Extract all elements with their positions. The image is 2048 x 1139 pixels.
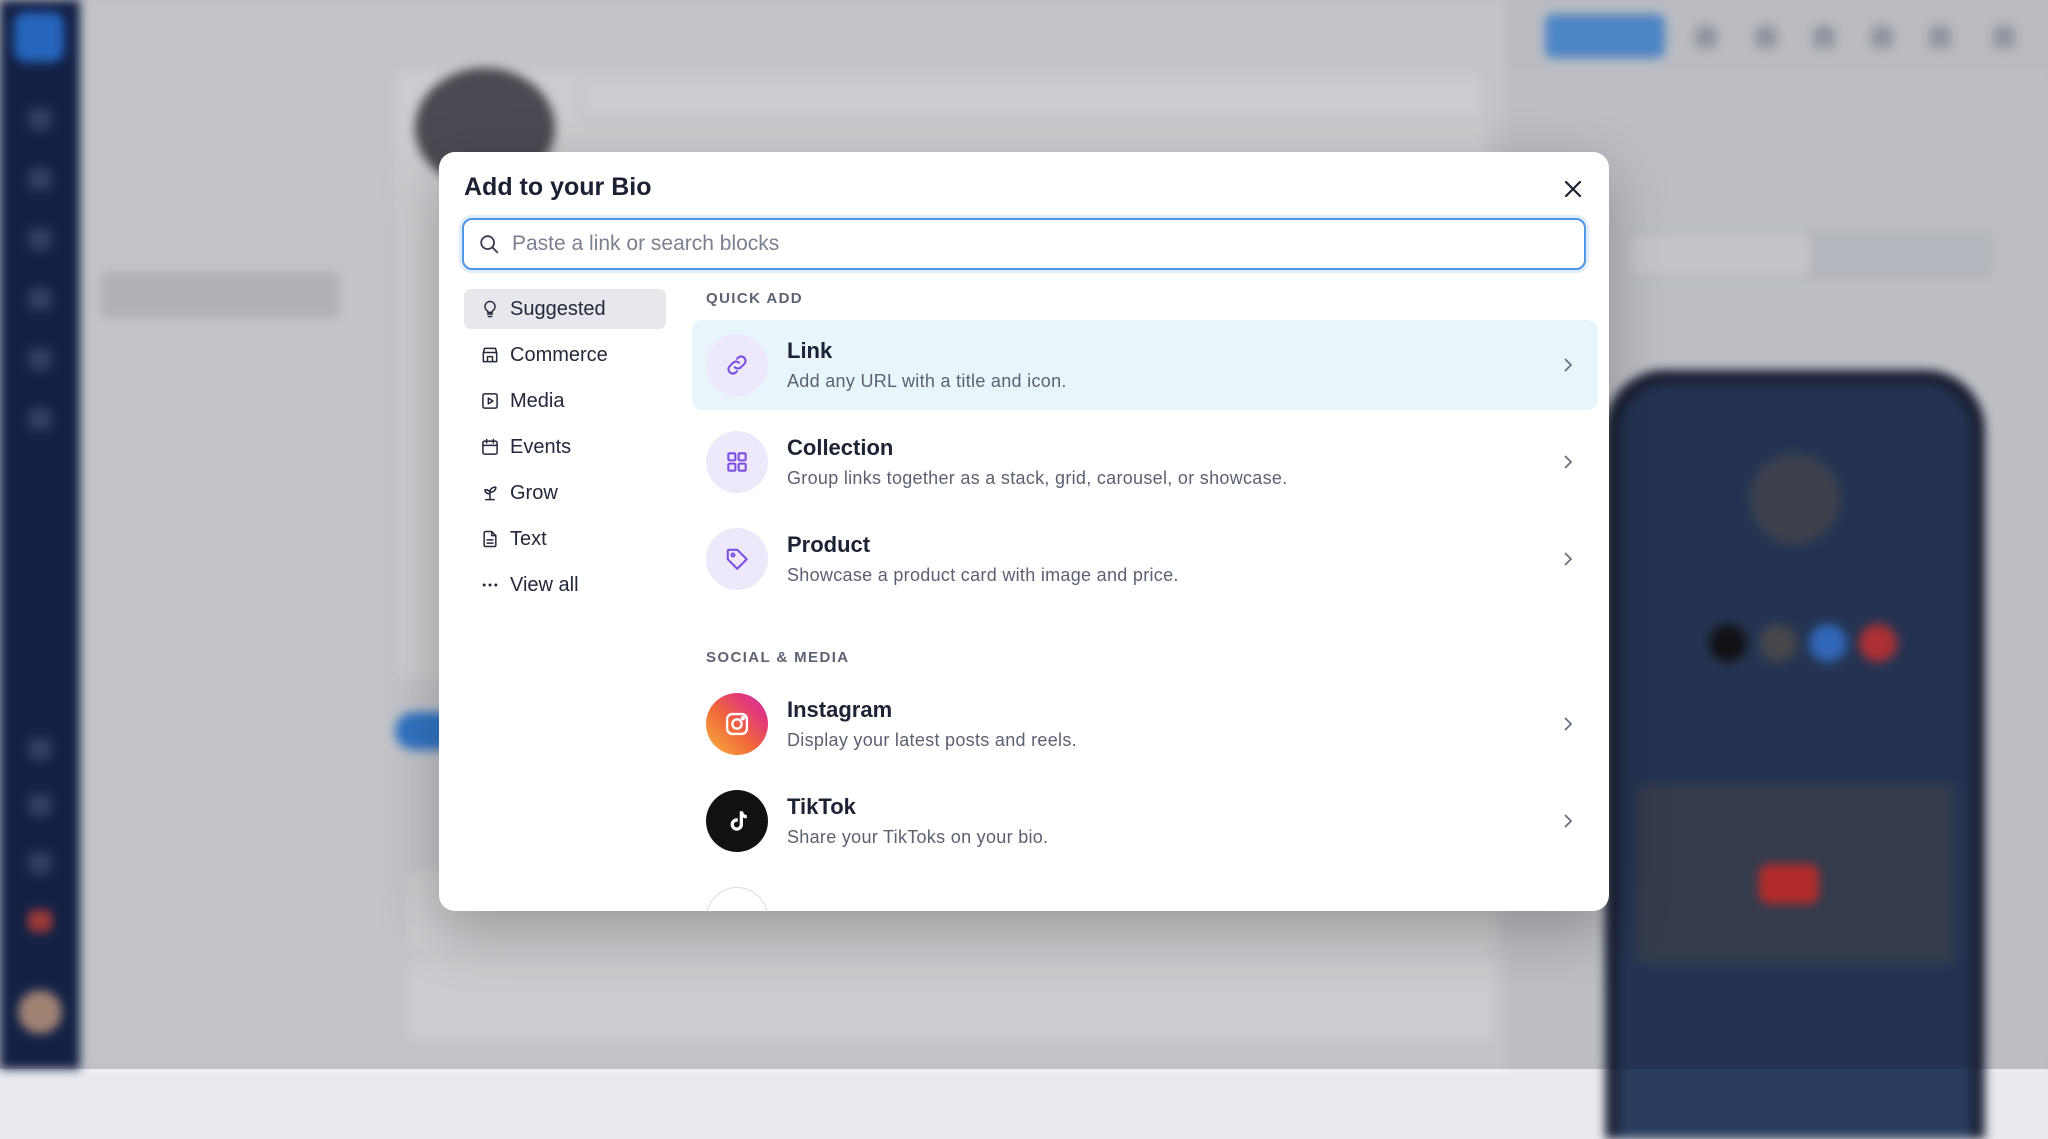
chevron-right-icon [1564,814,1573,828]
category-label: Commerce [510,343,608,366]
chevron-right-icon [1564,717,1573,731]
block-description: Share your TikToks on your bio. [787,827,1049,847]
block-icon [706,887,768,911]
close-button[interactable] [1556,172,1590,206]
file-text-icon [483,530,497,548]
category-label: View all [510,573,579,596]
block-description: Group links together as a stack, grid, c… [787,468,1288,488]
block-name: Instagram [787,697,893,722]
category-list: Suggested Commerce Media Events Grow Tex… [464,289,666,611]
play-square-icon [482,393,498,409]
block-name: Link [787,338,833,363]
category-commerce[interactable]: Commerce [464,335,666,375]
category-media[interactable]: Media [464,381,666,421]
search-input[interactable] [510,231,1564,257]
category-suggested[interactable]: Suggested [464,289,666,329]
block-name: TikTok [787,794,856,819]
modal-title: Add to your Bio [464,173,652,201]
add-to-bio-modal: Add to your Bio Suggested Commerce [439,152,1609,911]
tiktok-icon [706,790,768,852]
sprout-icon [484,486,497,501]
block-tiktok[interactable]: TikTok Share your TikToks on your bio. [692,776,1598,866]
tag-icon [706,528,768,590]
block-description: Display your latest posts and reels. [787,730,1077,750]
category-label: Suggested [510,297,606,320]
block-name: Collection [787,435,894,460]
chevron-right-icon [1564,552,1573,566]
category-view-all[interactable]: View all [464,565,666,605]
category-grow[interactable]: Grow [464,473,666,513]
store-icon [482,347,498,363]
block-instagram[interactable]: Instagram Display your latest posts and … [692,679,1598,769]
search-box[interactable] [462,218,1586,270]
block-description: Add any URL with a title and icon. [787,371,1067,391]
block-list: QUICK ADD Link Add any URL with a title … [692,290,1598,911]
block-name: Product [787,532,871,557]
block-product[interactable]: Product Showcase a product card with ima… [692,514,1598,604]
category-label: Grow [510,481,558,504]
search-icon [480,235,499,254]
link-icon [706,334,768,396]
chevron-right-icon [1564,358,1573,372]
section-heading-quick-add: QUICK ADD [706,290,804,307]
category-label: Text [510,527,547,550]
block-collection[interactable]: Collection Group links together as a sta… [692,417,1598,507]
category-label: Events [510,435,572,458]
more-horizontal-icon [482,583,498,587]
chevron-right-icon [1564,455,1573,469]
block-description: Showcase a product card with image and p… [787,565,1179,585]
category-label: Media [510,389,565,412]
block-partial[interactable] [692,873,1598,911]
instagram-icon [706,693,768,755]
calendar-icon [482,438,498,455]
lightbulb-icon [484,300,496,318]
category-text[interactable]: Text [464,519,666,559]
grid-icon [706,431,768,493]
block-link[interactable]: Link Add any URL with a title and icon. [692,320,1598,410]
close-icon [1564,180,1582,198]
category-events[interactable]: Events [464,427,666,467]
section-heading-social-media: SOCIAL & MEDIA [706,649,850,666]
